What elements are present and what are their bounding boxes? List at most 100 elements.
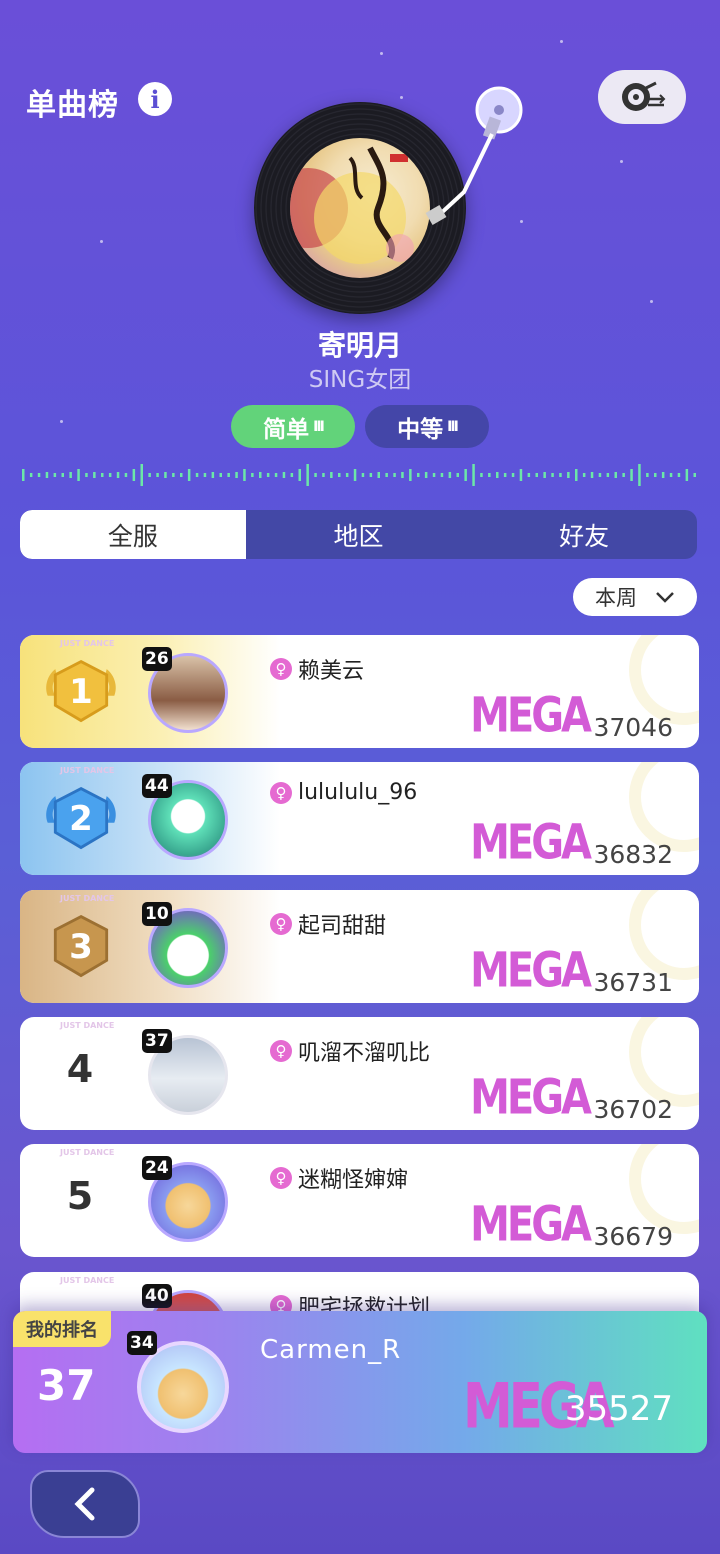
waveform-bar — [677, 473, 681, 477]
waveform-bar — [124, 473, 128, 477]
waveform-bar — [361, 473, 365, 477]
difficulty-easy-label: 简单 — [263, 416, 310, 443]
waveform-bar — [409, 469, 412, 481]
waveform-bar — [464, 469, 467, 481]
chevron-down-icon — [656, 592, 674, 603]
waveform-bar — [567, 472, 570, 478]
player-level: 44 — [142, 774, 172, 798]
waveform-bar — [219, 473, 222, 477]
leaderboard-row[interactable]: JUST DANCE 4 37 ♀ 叽溜不溜叽比 MEGA 36702 — [20, 1017, 699, 1130]
waveform-bar — [251, 473, 254, 477]
rank-number: 4 — [66, 1047, 94, 1091]
female-icon: ♀ — [270, 1167, 292, 1189]
leaderboard-row[interactable]: JUST DANCE 5 24 ♀ 迷糊怪婶婶 MEGA 36679 — [20, 1144, 699, 1257]
page-title: 单曲榜 — [26, 88, 119, 123]
waveform-bar — [132, 469, 136, 481]
waveform-bar — [369, 473, 373, 477]
waveform-bar — [274, 473, 278, 477]
waveform-bar — [345, 473, 349, 477]
my-rank-card[interactable]: 我的排名 37 34 Carmen_R MEGA 35527 — [13, 1311, 707, 1453]
waveform-bar — [519, 469, 523, 481]
difficulty-easy-button[interactable]: 简单 III — [231, 405, 355, 448]
female-icon: ♀ — [270, 1040, 292, 1062]
waveform-bar — [93, 472, 96, 478]
vinyl-toggle-button[interactable] — [598, 70, 686, 124]
tab-global[interactable]: 全服 — [20, 510, 246, 559]
player-name: 赖美云 — [298, 659, 365, 684]
my-avatar[interactable]: 34 — [127, 1331, 237, 1441]
waveform-bar — [298, 469, 301, 481]
waveform-bar — [480, 473, 483, 477]
row-tag: JUST DANCE — [60, 766, 115, 775]
rank-badge-bronze: 3 — [42, 912, 120, 982]
leaderboard-row[interactable]: JUST DANCE 3 10 ♀ 起司甜甜 MEGA 36731 — [20, 890, 699, 1003]
waveform-bar — [685, 469, 689, 481]
waveform-bar — [511, 473, 515, 477]
waveform-bar — [322, 473, 325, 477]
difficulty-medium-button[interactable]: 中等 III — [365, 405, 489, 448]
grade-mega: MEGA — [470, 1070, 592, 1126]
leaderboard-row[interactable]: JUST DANCE 1 26 ♀ 赖美云 MEGA 37046 — [20, 635, 699, 748]
row-tag: JUST DANCE — [60, 1021, 115, 1030]
row-tag: JUST DANCE — [60, 894, 115, 903]
player-avatar[interactable]: 44 — [142, 774, 234, 866]
period-label: 本周 — [595, 586, 637, 610]
waveform-bar — [243, 469, 246, 481]
rank-number: 5 — [66, 1174, 94, 1218]
waveform-bar — [85, 473, 88, 477]
waveform-bar — [203, 473, 207, 477]
player-level: 37 — [142, 1029, 172, 1053]
album-cover — [290, 138, 430, 278]
player-avatar[interactable]: 24 — [142, 1156, 234, 1248]
my-rank-number: 37 — [37, 1361, 96, 1410]
player-level: 10 — [142, 902, 172, 926]
waveform-bar — [606, 473, 610, 477]
waveform-bar — [101, 473, 104, 477]
row-tag: JUST DANCE — [60, 1148, 115, 1157]
waveform-bar — [377, 472, 380, 478]
waveform-bar — [654, 473, 657, 477]
player-level: 26 — [142, 647, 172, 671]
my-name: Carmen_R — [260, 1335, 402, 1365]
rank-number: 2 — [69, 799, 93, 839]
waveform-bar — [551, 473, 554, 477]
female-icon: ♀ — [270, 658, 292, 680]
waveform-bar — [401, 472, 404, 478]
row-tag: JUST DANCE — [60, 639, 115, 648]
waveform-bar — [417, 473, 420, 477]
vinyl-toggle-icon — [622, 81, 666, 111]
back-button[interactable] — [30, 1470, 140, 1538]
song-title: 寄明月 — [317, 329, 402, 362]
waveform-bar — [638, 464, 641, 486]
waveform-bar — [661, 472, 665, 478]
waveform-bar — [53, 473, 57, 477]
player-avatar[interactable]: 37 — [142, 1029, 234, 1121]
player-avatar[interactable]: 26 — [142, 647, 234, 739]
waveform-bar — [330, 472, 333, 478]
grade-mega: MEGA — [470, 943, 592, 999]
period-select[interactable]: 本周 — [573, 578, 697, 616]
tab-region[interactable]: 地区 — [246, 510, 472, 559]
song-artist: SING女团 — [308, 367, 412, 393]
waveform-bar — [227, 473, 230, 477]
waveform-bar — [282, 472, 286, 478]
waveform-bar — [338, 473, 341, 477]
waveform-bar — [45, 472, 49, 478]
waveform-bar — [187, 469, 191, 481]
waveform-bar — [448, 472, 452, 478]
leaderboard-row[interactable]: JUST DANCE 2 44 ♀ lulululu_96 MEGA 36832 — [20, 762, 699, 875]
player-name: lulululu_96 — [298, 780, 418, 805]
player-name: 起司甜甜 — [298, 914, 387, 939]
player-avatar[interactable]: 10 — [142, 902, 234, 994]
waveform-bar — [669, 473, 673, 477]
tab-friends[interactable]: 好友 — [471, 510, 697, 559]
waveform-bar — [535, 473, 538, 477]
waveform-bar — [590, 472, 594, 478]
waveform-bar — [180, 473, 183, 477]
player-name: 叽溜不溜叽比 — [298, 1041, 431, 1066]
waveform-bar — [306, 464, 309, 486]
waveform-bar — [211, 472, 215, 478]
info-icon[interactable]: i — [138, 82, 172, 116]
rank-number: 3 — [69, 927, 93, 967]
waveform-bar — [575, 469, 578, 481]
